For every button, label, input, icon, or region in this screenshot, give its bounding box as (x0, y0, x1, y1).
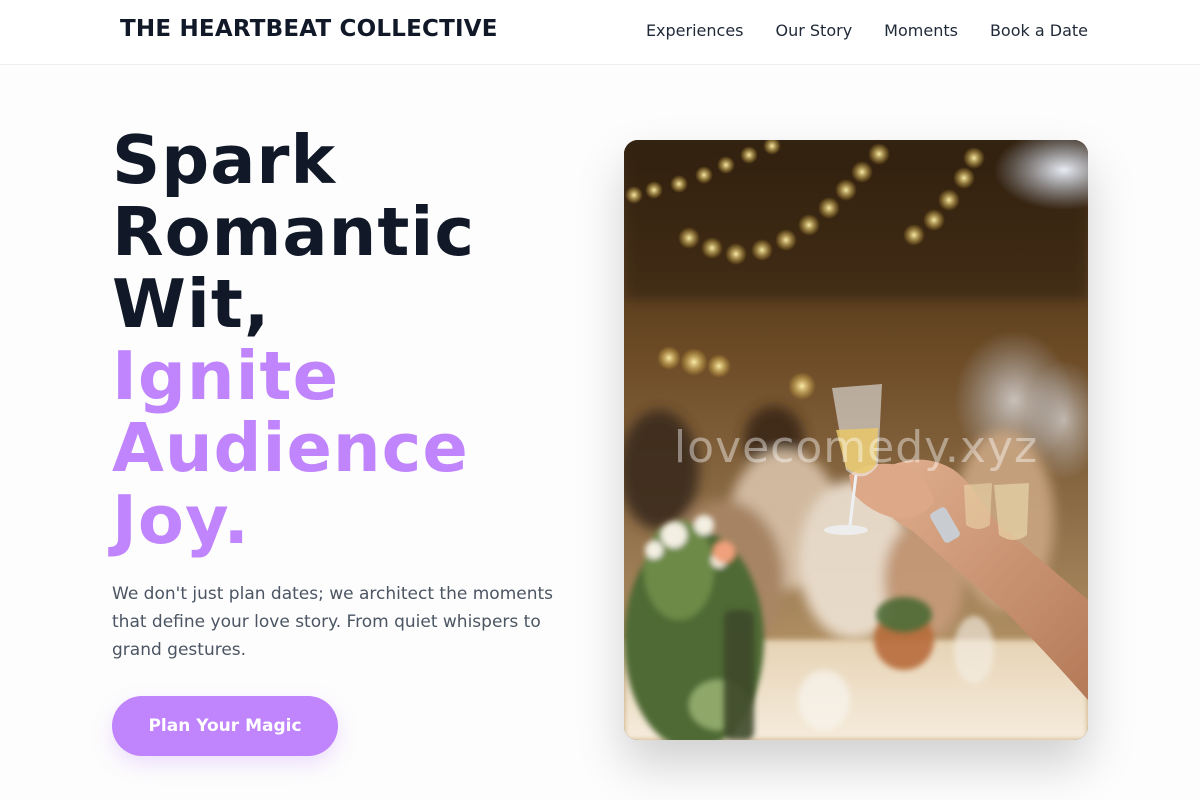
hero-title: Spark Romantic Wit, Ignite Audience Joy. (112, 124, 582, 556)
nav-link-book-a-date[interactable]: Book a Date (990, 21, 1088, 40)
hero-title-accent-line: Ignite (112, 337, 340, 415)
hero-title-accent-line: Audience (112, 409, 469, 487)
hero-title-line: Wit, (112, 265, 271, 343)
top-navbar: THE HEARTBEAT COLLECTIVE Experiences Our… (0, 0, 1200, 65)
plan-your-magic-button[interactable]: Plan Your Magic (112, 696, 338, 756)
brand-logo[interactable]: THE HEARTBEAT COLLECTIVE (120, 16, 498, 42)
hero-photo: lovecomedy.xyz (624, 140, 1088, 740)
hero-title-line: Romantic (112, 193, 476, 271)
hero-title-line: Spark (112, 121, 337, 199)
hero-subtitle: We don't just plan dates; we architect t… (112, 584, 554, 660)
image-watermark: lovecomedy.xyz (673, 422, 1039, 473)
nav-link-moments[interactable]: Moments (884, 21, 958, 40)
main-nav: Experiences Our Story Moments Book a Dat… (646, 21, 1088, 40)
nav-link-our-story[interactable]: Our Story (776, 21, 853, 40)
nav-link-experiences[interactable]: Experiences (646, 21, 744, 40)
hero-title-accent-line: Joy. (112, 481, 250, 559)
